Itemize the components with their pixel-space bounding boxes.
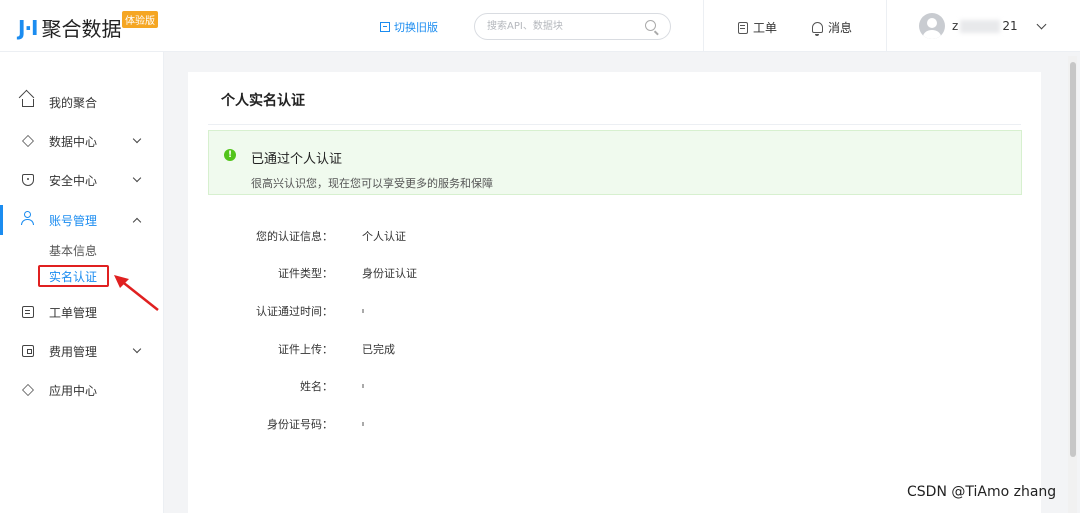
sidebar-subitem-basic-info[interactable]: 基本信息 [49, 242, 97, 259]
logo-text: 聚合数据 [41, 17, 122, 41]
sidebar-item-home[interactable]: 我的聚合 [0, 87, 164, 117]
chevron-down-icon[interactable] [1036, 19, 1047, 30]
info-label: 证件类型： [278, 267, 333, 280]
chevron-up-icon [132, 217, 142, 227]
switch-old-label: 切换旧版 [394, 21, 438, 34]
ticket-icon [738, 21, 748, 34]
username[interactable]: z 21 [952, 19, 1018, 33]
sidebar-item-account[interactable]: 账号管理 [0, 205, 164, 235]
info-label: 证件上传： [278, 343, 333, 356]
header-divider [886, 0, 887, 52]
avatar[interactable] [919, 13, 945, 39]
sidebar-item-billing[interactable]: 费用管理 [0, 336, 164, 366]
info-value: 已完成 [362, 343, 395, 356]
sidebar-item-label: 账号管理 [49, 213, 98, 228]
layers-icon [22, 135, 34, 147]
vertical-scrollbar[interactable] [1068, 56, 1077, 513]
switch-icon [380, 22, 390, 32]
redacted-mask [960, 20, 1001, 33]
info-label: 身份证号码： [267, 418, 333, 431]
active-indicator [0, 205, 3, 235]
sidebar-item-data-center[interactable]: 数据中心 [0, 126, 164, 156]
sidebar-item-security[interactable]: 安全中心 [0, 165, 164, 195]
success-alert: ! 已通过个人认证 很高兴认识您，现在您可以享受更多的服务和保障 [208, 130, 1022, 195]
sidebar-item-label: 工单管理 [49, 305, 98, 320]
ticket-label: 工单 [753, 21, 778, 35]
info-label: 姓名： [300, 380, 333, 393]
username-suffix: 21 [1002, 19, 1018, 33]
sidebar-item-label: 数据中心 [49, 134, 98, 149]
sidebar-item-label: 安全中心 [49, 173, 98, 188]
info-row: 证件类型： 身份证认证 [188, 265, 688, 285]
sidebar-item-apps[interactable]: 应用中心 [0, 375, 164, 405]
info-value: 个人认证 [362, 230, 406, 243]
info-value-redacted [362, 378, 364, 391]
sidebar-item-label: 应用中心 [49, 383, 98, 398]
info-value: 身份证认证 [362, 267, 417, 280]
info-label: 您的认证信息： [256, 230, 333, 243]
watermark: CSDN @TiAmo zhang [907, 484, 1057, 500]
annotation-arrow-icon [114, 275, 159, 311]
info-row: 认证通过时间： [188, 303, 688, 323]
info-value-redacted [362, 303, 364, 316]
success-description: 很高兴认识您，现在您可以享受更多的服务和保障 [251, 177, 493, 190]
info-row: 证件上传： 已完成 [188, 341, 688, 361]
sidebar-item-label: 费用管理 [49, 344, 98, 359]
logo[interactable]: J·I 聚合数据 体验版 [18, 11, 158, 42]
info-value-redacted [362, 416, 364, 429]
sidebar: 我的聚合 数据中心 安全中心 账号管理 基本信息 实名认证 工单管理 费用管理 … [0, 52, 164, 513]
info-row: 身份证号码： [188, 416, 688, 436]
chevron-down-icon [132, 344, 142, 354]
top-header: J·I 聚合数据 体验版 切换旧版 工单 消息 z 21 [0, 0, 1080, 52]
search-icon[interactable] [645, 20, 656, 31]
shield-icon [22, 174, 34, 186]
switch-old-version-link[interactable]: 切换旧版 [380, 19, 438, 35]
search-box[interactable] [474, 13, 671, 40]
info-row: 您的认证信息： 个人认证 [188, 228, 688, 248]
message-label: 消息 [828, 21, 853, 35]
home-icon [22, 99, 34, 107]
wallet-icon [22, 345, 34, 357]
header-divider [703, 0, 704, 52]
user-icon [21, 211, 34, 225]
bell-icon [812, 22, 823, 36]
layers-icon [22, 384, 34, 396]
username-prefix: z [952, 19, 959, 33]
search-input[interactable] [475, 14, 635, 39]
beta-badge: 体验版 [122, 11, 158, 28]
check-circle-icon: ! [224, 149, 236, 161]
chevron-down-icon [132, 134, 142, 144]
doc-icon [22, 306, 34, 318]
ticket-button[interactable]: 工单 [738, 19, 777, 36]
info-row: 姓名： [188, 378, 688, 398]
main-card: 个人实名认证 ! 已通过个人认证 很高兴认识您，现在您可以享受更多的服务和保障 … [188, 72, 1041, 513]
info-label: 认证通过时间： [256, 305, 333, 318]
message-button[interactable]: 消息 [812, 19, 852, 36]
logo-mark: J·I [18, 15, 39, 40]
sidebar-item-label: 我的聚合 [49, 95, 98, 110]
divider [208, 124, 1021, 125]
page-title: 个人实名认证 [221, 93, 305, 109]
success-title: 已通过个人认证 [251, 152, 343, 167]
chevron-down-icon [132, 173, 142, 183]
scrollbar-thumb[interactable] [1070, 62, 1076, 457]
annotation-highlight-box [38, 265, 109, 287]
